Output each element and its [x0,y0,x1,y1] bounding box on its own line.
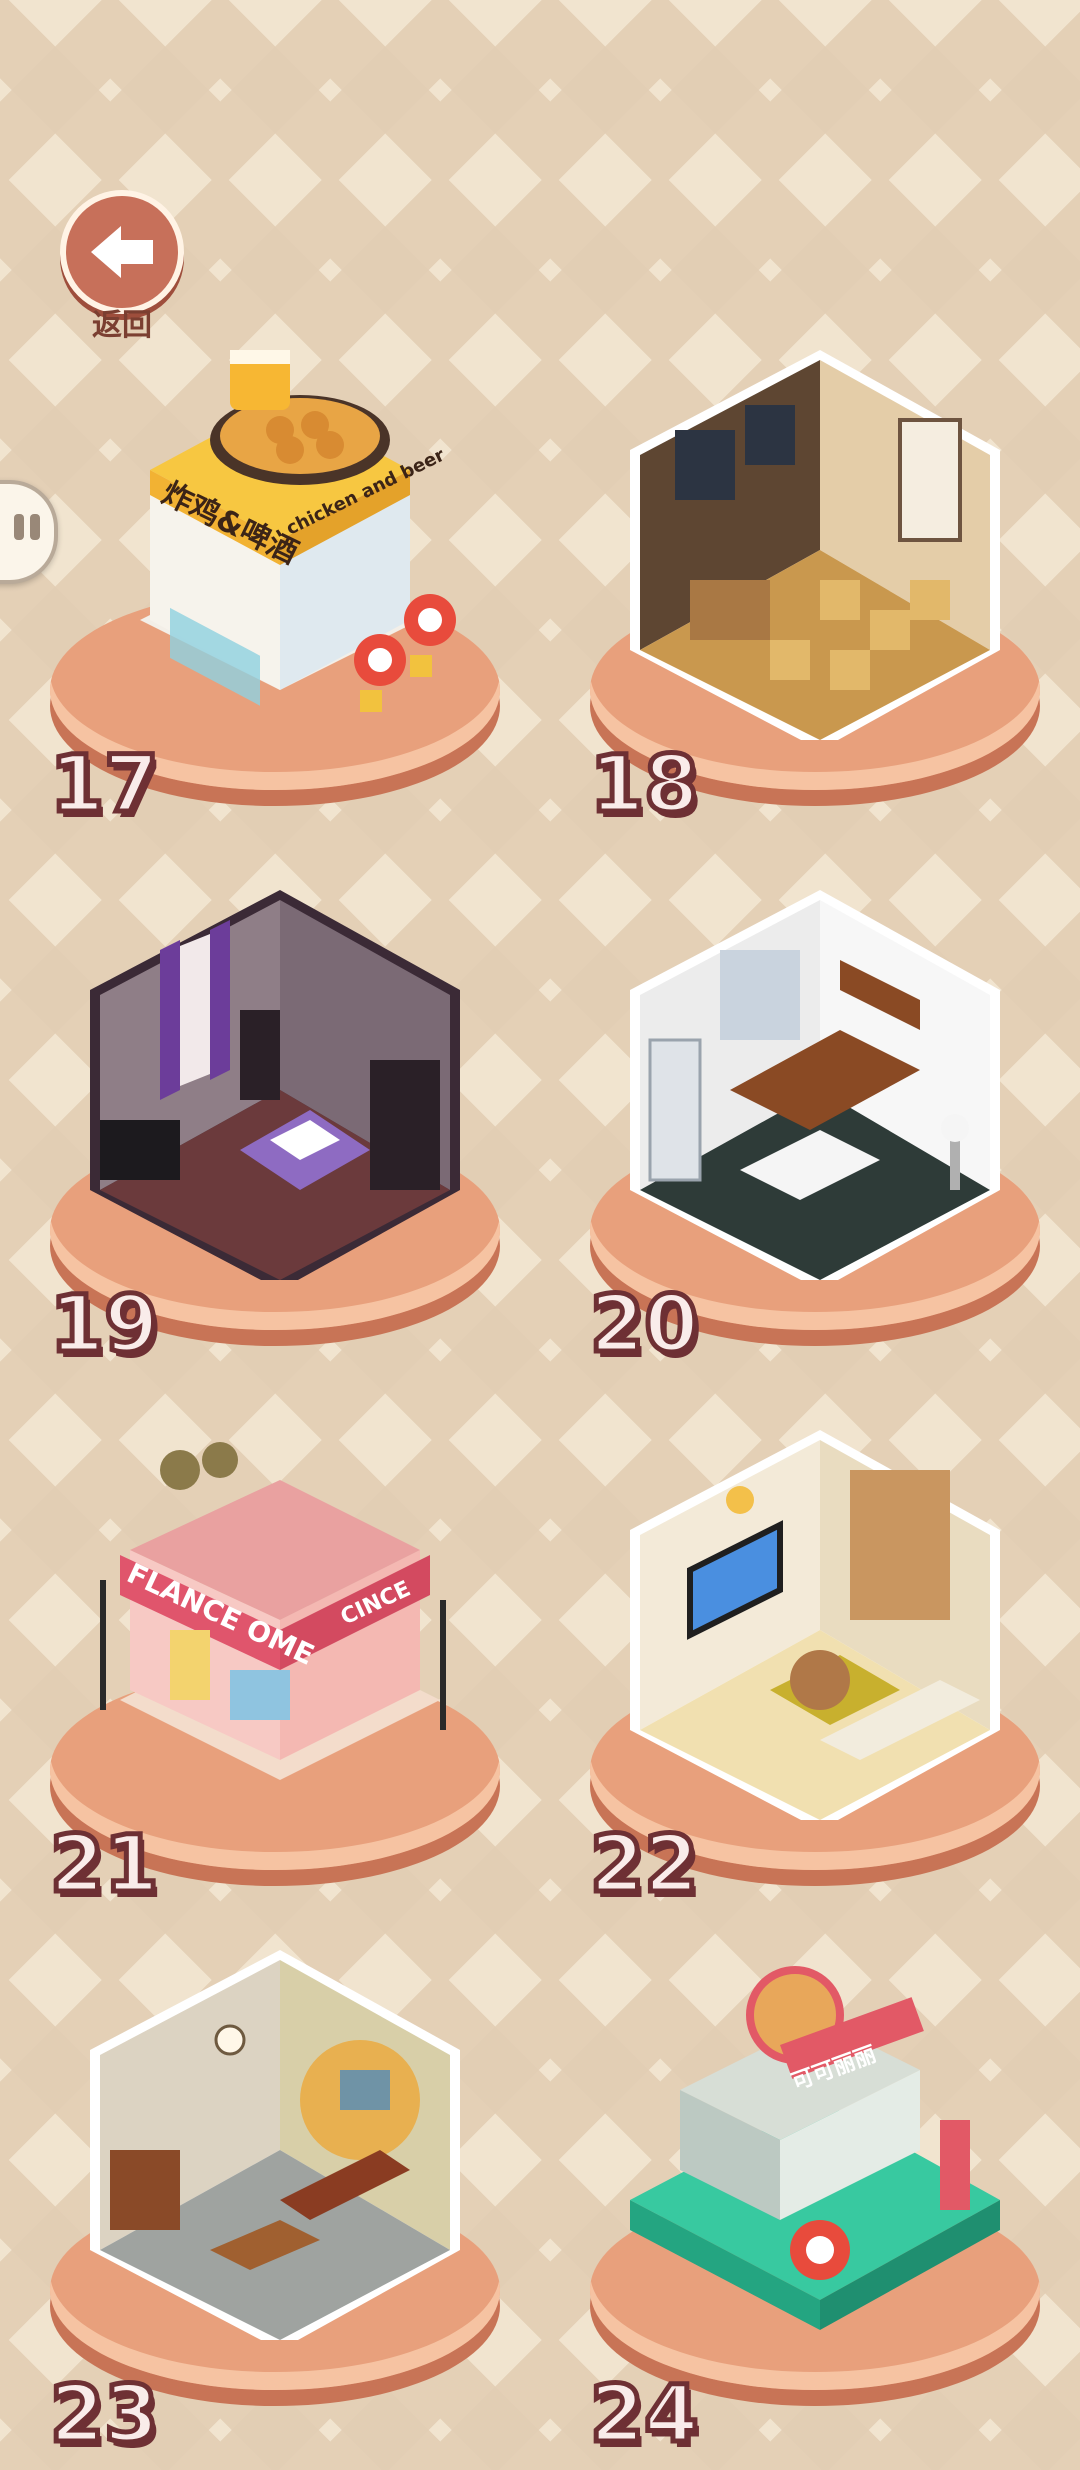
level-card-21[interactable]: FLANCE OME CINCE 21 [40,1430,510,1950]
level-number: 23 [48,2368,162,2463]
level-card-22[interactable]: 22 [580,1430,1050,1950]
arrow-left-icon [91,226,153,278]
level-number: 20 [588,1278,702,1373]
level-number: 24 [588,2368,702,2463]
level-card-24[interactable]: 可可丽丽 24 [580,1950,1050,2470]
level-number: 17 [48,738,162,833]
level-number: 18 [588,738,702,833]
back-button[interactable] [60,190,184,314]
cafe-illustration [630,350,1000,740]
living-room-illustration [630,1430,1000,1820]
level-number: 22 [588,1818,702,1913]
kitchen-illustration [630,890,1000,1280]
level-card-18[interactable]: 18 [580,350,1050,870]
level-number: 19 [48,1278,162,1373]
level-card-19[interactable]: 19 [40,890,510,1410]
vintage-living-room-illustration [90,1950,460,2340]
level-card-17[interactable]: 炸鸡&啤酒 chicken and beer 17 [40,350,510,870]
chicken-shop-illustration: 炸鸡&啤酒 chicken and beer [140,350,456,712]
gothic-bedroom-illustration [90,890,460,1280]
flower-shop-illustration: FLANCE OME CINCE [100,1442,446,1780]
food-truck-illustration: 可可丽丽 [630,1966,1000,2330]
level-card-20[interactable]: 20 [580,890,1050,1410]
level-number: 21 [48,1818,162,1913]
level-card-23[interactable]: 23 [40,1950,510,2470]
back-label: 返回 [92,308,152,343]
